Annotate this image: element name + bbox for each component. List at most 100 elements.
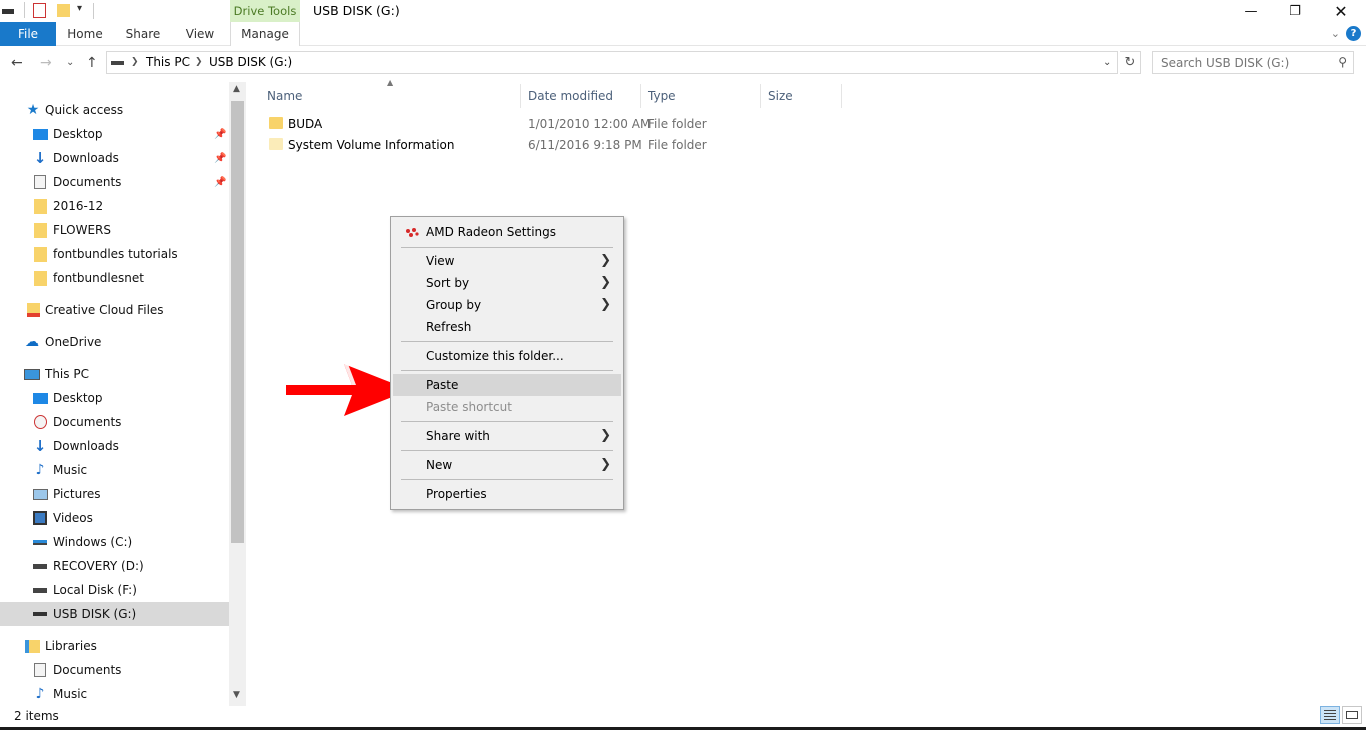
- sidebar-item-downloads[interactable]: ↓ Downloads 📌: [0, 146, 229, 170]
- forward-icon[interactable]: →: [40, 55, 52, 71]
- menu-item-share-with[interactable]: Share with ❯: [393, 425, 621, 447]
- chevron-right-icon: ❯: [600, 253, 611, 268]
- recent-locations-icon[interactable]: ⌄: [66, 57, 74, 68]
- sidebar-item-documents[interactable]: Documents 📌: [0, 170, 229, 194]
- sidebar-item-usb-disk[interactable]: USB DISK (G:): [0, 602, 229, 626]
- sidebar-item-label: This PC: [45, 367, 89, 381]
- menu-item-customize-folder[interactable]: Customize this folder...: [393, 345, 621, 367]
- sidebar-item-desktop[interactable]: Desktop: [0, 386, 229, 410]
- new-folder-icon[interactable]: [57, 4, 70, 17]
- menu-item-view[interactable]: View ❯: [393, 250, 621, 272]
- help-icon[interactable]: ?: [1346, 26, 1361, 41]
- sidebar-item-this-pc[interactable]: This PC: [0, 362, 229, 386]
- scroll-down-icon[interactable]: ▼: [233, 690, 240, 700]
- customize-qat-icon[interactable]: ▾: [77, 3, 82, 14]
- breadcrumb-usb-disk[interactable]: USB DISK (G:): [209, 52, 292, 73]
- menu-item-label: Share with: [426, 429, 490, 443]
- refresh-icon[interactable]: ↻: [1120, 51, 1141, 74]
- sidebar-item-libraries[interactable]: Libraries: [0, 634, 229, 658]
- expand-ribbon-icon[interactable]: ⌄: [1331, 27, 1340, 40]
- sidebar-item-folder[interactable]: 2016-12: [0, 194, 229, 218]
- sidebar-item-label: Music: [53, 463, 88, 477]
- tab-view[interactable]: View: [178, 22, 222, 46]
- context-menu: AMD Radeon Settings View ❯ Sort by ❯ Gro…: [390, 216, 624, 510]
- menu-item-label: Refresh: [426, 320, 472, 334]
- sidebar-item-drive-d[interactable]: RECOVERY (D:): [0, 554, 229, 578]
- menu-item-sort-by[interactable]: Sort by ❯: [393, 272, 621, 294]
- tab-file[interactable]: File: [0, 22, 56, 46]
- properties-icon[interactable]: [33, 3, 46, 18]
- folder-icon: [33, 222, 47, 238]
- menu-item-group-by[interactable]: Group by ❯: [393, 294, 621, 316]
- search-icon[interactable]: ⚲: [1338, 55, 1347, 69]
- back-icon[interactable]: ←: [11, 55, 23, 71]
- sidebar-item-creative-cloud[interactable]: Creative Cloud Files: [0, 298, 229, 322]
- videos-icon: [33, 511, 47, 525]
- menu-item-paste-shortcut[interactable]: Paste shortcut: [393, 396, 621, 418]
- chevron-down-icon[interactable]: ⌄: [1103, 52, 1111, 73]
- menu-separator: [401, 450, 613, 451]
- computer-icon: [24, 368, 40, 380]
- tab-manage[interactable]: Manage: [230, 22, 300, 46]
- sidebar-item-label: RECOVERY (D:): [53, 559, 144, 573]
- menu-item-amd-radeon-settings[interactable]: AMD Radeon Settings: [393, 221, 621, 243]
- sidebar-item-desktop[interactable]: Desktop 📌: [0, 122, 229, 146]
- sidebar-item-folder[interactable]: fontbundles tutorials: [0, 242, 229, 266]
- music-icon: ♪: [35, 686, 45, 702]
- column-header-size[interactable]: Size: [762, 84, 842, 108]
- scroll-up-icon[interactable]: ▲: [233, 84, 240, 94]
- menu-item-paste[interactable]: Paste: [393, 374, 621, 396]
- column-header-name[interactable]: Name: [261, 84, 521, 108]
- chevron-right-icon[interactable]: ❯: [131, 52, 139, 73]
- search-box[interactable]: ⚲: [1152, 51, 1354, 74]
- search-input[interactable]: [1153, 52, 1323, 73]
- breadcrumb-this-pc[interactable]: This PC: [146, 52, 190, 73]
- toolbar-divider: [24, 2, 25, 18]
- tab-home[interactable]: Home: [62, 22, 108, 46]
- sidebar-item-label: USB DISK (G:): [53, 607, 137, 621]
- sidebar-scroll-thumb[interactable]: [231, 101, 244, 543]
- close-icon[interactable]: ✕: [1318, 0, 1364, 22]
- sidebar-item-label: Local Disk (F:): [53, 583, 137, 597]
- sidebar-item-documents[interactable]: Documents: [0, 410, 229, 434]
- libraries-icon: [24, 639, 40, 653]
- large-icons-view-icon[interactable]: [1342, 706, 1362, 724]
- file-row[interactable]: System Volume Information 6/11/2016 9:18…: [262, 135, 842, 156]
- pin-icon: 📌: [214, 152, 227, 164]
- column-header-date-modified[interactable]: Date modified: [522, 84, 641, 108]
- restore-icon[interactable]: ❐: [1272, 0, 1318, 22]
- chevron-right-icon[interactable]: ❯: [195, 52, 203, 73]
- menu-item-refresh[interactable]: Refresh: [393, 316, 621, 338]
- chevron-right-icon: ❯: [600, 428, 611, 443]
- address-bar[interactable]: ❯ This PC ❯ USB DISK (G:) ⌄: [106, 51, 1118, 74]
- sidebar-item-label: Music: [53, 687, 88, 701]
- sidebar-item-videos[interactable]: Videos: [0, 506, 229, 530]
- folder-icon: [269, 138, 283, 150]
- sidebar-item-music[interactable]: ♪ Music: [0, 458, 229, 482]
- minimize-icon[interactable]: —: [1228, 0, 1274, 22]
- sidebar-item-drive-c[interactable]: Windows (C:): [0, 530, 229, 554]
- sidebar-item-pictures[interactable]: Pictures: [0, 482, 229, 506]
- drive-icon: [2, 9, 14, 14]
- navigation-bar: ← → ⌄ ↑ ❯ This PC ❯ USB DISK (G:) ⌄ ↻ ⚲: [0, 49, 1366, 79]
- sidebar-item-onedrive[interactable]: ☁ OneDrive: [0, 330, 229, 354]
- usb-drive-icon: [111, 61, 124, 65]
- drive-tools-context-label: Drive Tools: [230, 0, 300, 22]
- sidebar-item-drive-f[interactable]: Local Disk (F:): [0, 578, 229, 602]
- sidebar-item-folder[interactable]: FLOWERS: [0, 218, 229, 242]
- up-icon[interactable]: ↑: [86, 55, 98, 71]
- menu-item-label: New: [426, 458, 453, 472]
- menu-item-properties[interactable]: Properties: [393, 483, 621, 505]
- menu-item-new[interactable]: New ❯: [393, 454, 621, 476]
- sidebar-item-music[interactable]: ♪ Music: [0, 682, 229, 706]
- file-row[interactable]: BUDA 1/01/2010 12:00 AM File folder: [262, 114, 842, 135]
- desktop-icon: [32, 392, 48, 404]
- menu-item-label: Customize this folder...: [426, 349, 564, 363]
- sidebar-item-quick-access[interactable]: ★ Quick access: [0, 98, 229, 122]
- tab-share[interactable]: Share: [120, 22, 166, 46]
- sidebar-item-documents[interactable]: Documents: [0, 658, 229, 682]
- sidebar-item-downloads[interactable]: ↓ Downloads: [0, 434, 229, 458]
- sidebar-item-folder[interactable]: fontbundlesnet: [0, 266, 229, 290]
- column-header-type[interactable]: Type: [642, 84, 761, 108]
- details-view-icon[interactable]: [1320, 706, 1340, 724]
